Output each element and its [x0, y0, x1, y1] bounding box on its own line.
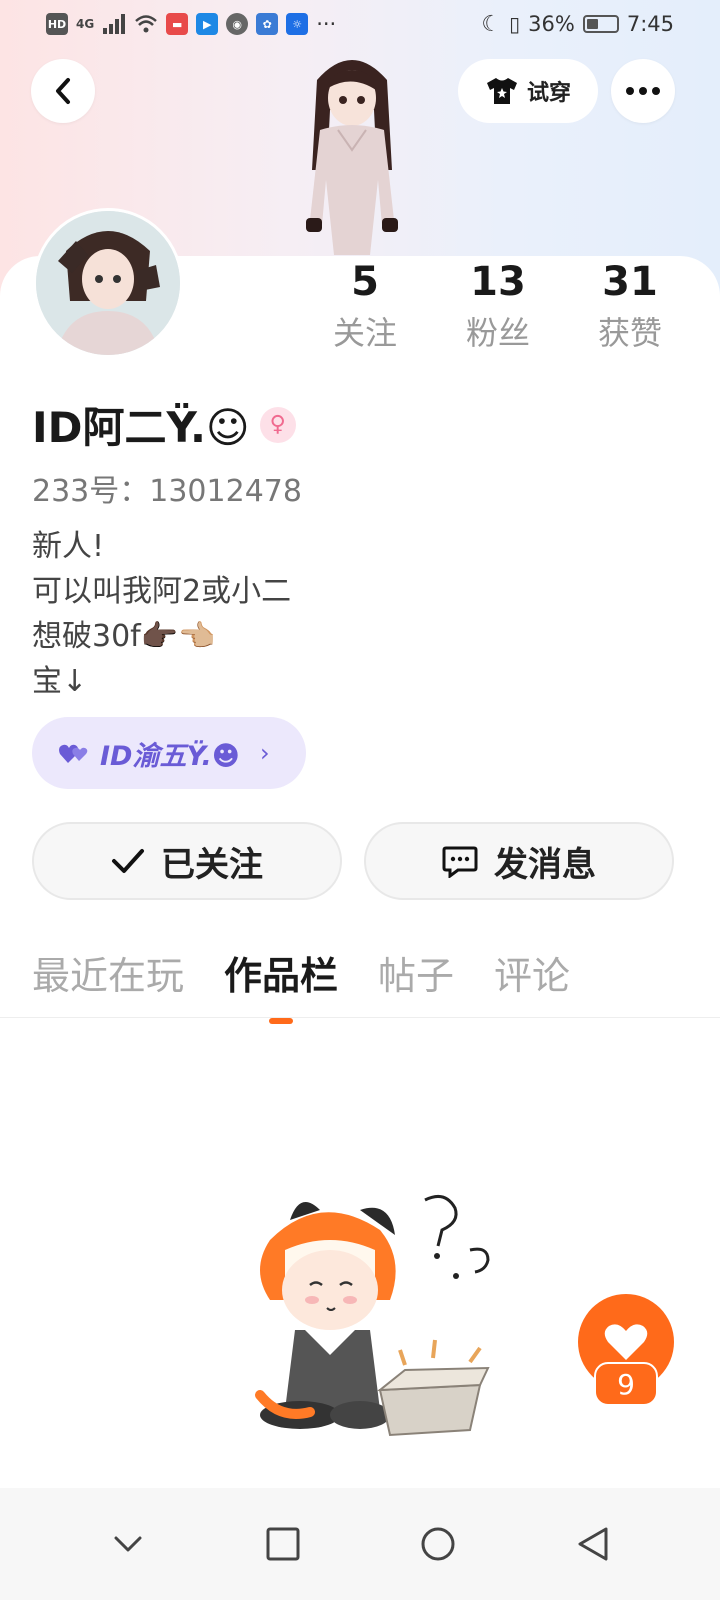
tab-works[interactable]: 作品栏 — [224, 946, 339, 1024]
likes-received-count: 31 — [602, 259, 658, 305]
following-label: 关注 — [332, 314, 397, 352]
followers-stat[interactable]: 13 粉丝 — [438, 256, 558, 358]
tab-posts[interactable]: 帖子 — [378, 946, 454, 1016]
shirt-icon — [486, 78, 517, 104]
more-options-button[interactable] — [611, 59, 675, 123]
network-badge: 4G — [76, 17, 95, 31]
check-icon — [112, 849, 144, 873]
try-on-label: 试穿 — [526, 81, 571, 106]
username: ID阿二Ÿ.☺ — [32, 403, 250, 452]
chevron-right-icon: › — [259, 739, 270, 767]
app-notification-icon: ▬ — [166, 13, 189, 35]
followers-count: 13 — [470, 259, 526, 305]
chevron-left-icon — [56, 78, 70, 104]
nav-collapse-button[interactable] — [88, 1504, 168, 1584]
following-count: 5 — [351, 259, 379, 305]
bulb-notification-icon: ☼ — [286, 13, 309, 35]
nav-home-button[interactable] — [398, 1504, 478, 1584]
wifi-icon — [135, 15, 158, 33]
hd-badge: HD — [46, 13, 68, 35]
user-id[interactable]: 233号：13012478 — [32, 466, 302, 510]
tab-recently-played[interactable]: 最近在玩 — [32, 946, 184, 1016]
send-message-label: 发消息 — [494, 844, 596, 885]
cp-partner-link[interactable]: ID渝五Ÿ.☻ › — [32, 717, 306, 789]
tab-label: 帖子 — [378, 954, 455, 998]
tab-label: 最近在玩 — [32, 954, 185, 998]
status-right: ☾ ▯ 36% 7:45 — [481, 12, 674, 37]
following-button-label: 已关注 — [161, 844, 263, 885]
avatar-image — [36, 211, 180, 355]
nav-back-button[interactable] — [553, 1504, 633, 1584]
tab-comments[interactable]: 评论 — [494, 946, 570, 1016]
battery-icon — [582, 15, 619, 33]
female-icon: ♀ — [259, 406, 296, 443]
chat-bubble-icon — [442, 846, 478, 878]
more-dots-icon — [626, 87, 660, 95]
active-tab-indicator — [269, 1018, 294, 1024]
clock: 7:45 — [626, 12, 674, 36]
battery-percent: 36% — [528, 12, 575, 36]
system-nav-bar — [0, 1488, 720, 1600]
character-model-image — [306, 60, 398, 255]
baidu-notification-icon: ✿ — [256, 13, 279, 35]
cp-partner-name: ID渝五Ÿ.☻ — [100, 740, 240, 772]
back-button[interactable] — [31, 59, 95, 123]
profile-tabs: 最近在玩 作品栏 帖子 评论 — [32, 946, 570, 1024]
bio-line: 想破30f👉🏿👈🏼 — [32, 619, 216, 654]
circle-icon — [421, 1527, 454, 1561]
nav-recents-button[interactable] — [243, 1504, 323, 1584]
following-stat[interactable]: 5 关注 — [305, 256, 425, 358]
bio-line: 新人! — [32, 529, 105, 564]
chevron-down-icon — [114, 1536, 141, 1552]
double-heart-icon — [59, 744, 88, 763]
triangle-back-icon — [578, 1527, 607, 1561]
name-row: ID阿二Ÿ.☺ ♀ — [32, 394, 296, 455]
play-notification-icon: ▶ — [196, 13, 219, 35]
send-message-button[interactable]: 发消息 — [364, 822, 674, 900]
tab-label: 评论 — [494, 954, 571, 998]
audio-notification-icon: ◉ — [226, 13, 249, 35]
moon-icon: ☾ — [481, 11, 502, 37]
tab-label: 作品栏 — [224, 954, 339, 998]
like-count-badge: 9 — [594, 1362, 658, 1406]
likes-stat[interactable]: 31 获赞 — [570, 256, 690, 358]
status-left: HD 4G ▬ ▶ ◉ ✿ ☼ ··· — [46, 12, 336, 36]
signal-icon — [103, 14, 126, 34]
empty-state-illustration — [255, 1194, 490, 1437]
followers-label: 粉丝 — [465, 314, 530, 352]
heart-icon — [604, 1324, 648, 1360]
bio-line: 可以叫我阿2或小二 — [32, 574, 292, 609]
following-button[interactable]: 已关注 — [32, 822, 342, 900]
tabs-divider — [0, 1017, 720, 1018]
profile-stats: 5 关注 13 粉丝 31 获赞 — [300, 256, 700, 366]
avatar[interactable] — [33, 208, 183, 358]
try-on-button[interactable]: 试穿 — [458, 59, 598, 123]
vibrate-icon: ▯ — [509, 12, 521, 36]
status-bar: HD 4G ▬ ▶ ◉ ✿ ☼ ··· ☾ ▯ 36% 7:45 — [0, 0, 720, 48]
square-icon — [266, 1527, 299, 1561]
bio: 新人! 可以叫我阿2或小二 想破30f👉🏿👈🏼 宝↓ — [32, 524, 291, 704]
likes-received-label: 获赞 — [597, 314, 662, 352]
bio-line: 宝↓ — [32, 664, 88, 699]
more-notifications-icon: ··· — [316, 12, 337, 36]
